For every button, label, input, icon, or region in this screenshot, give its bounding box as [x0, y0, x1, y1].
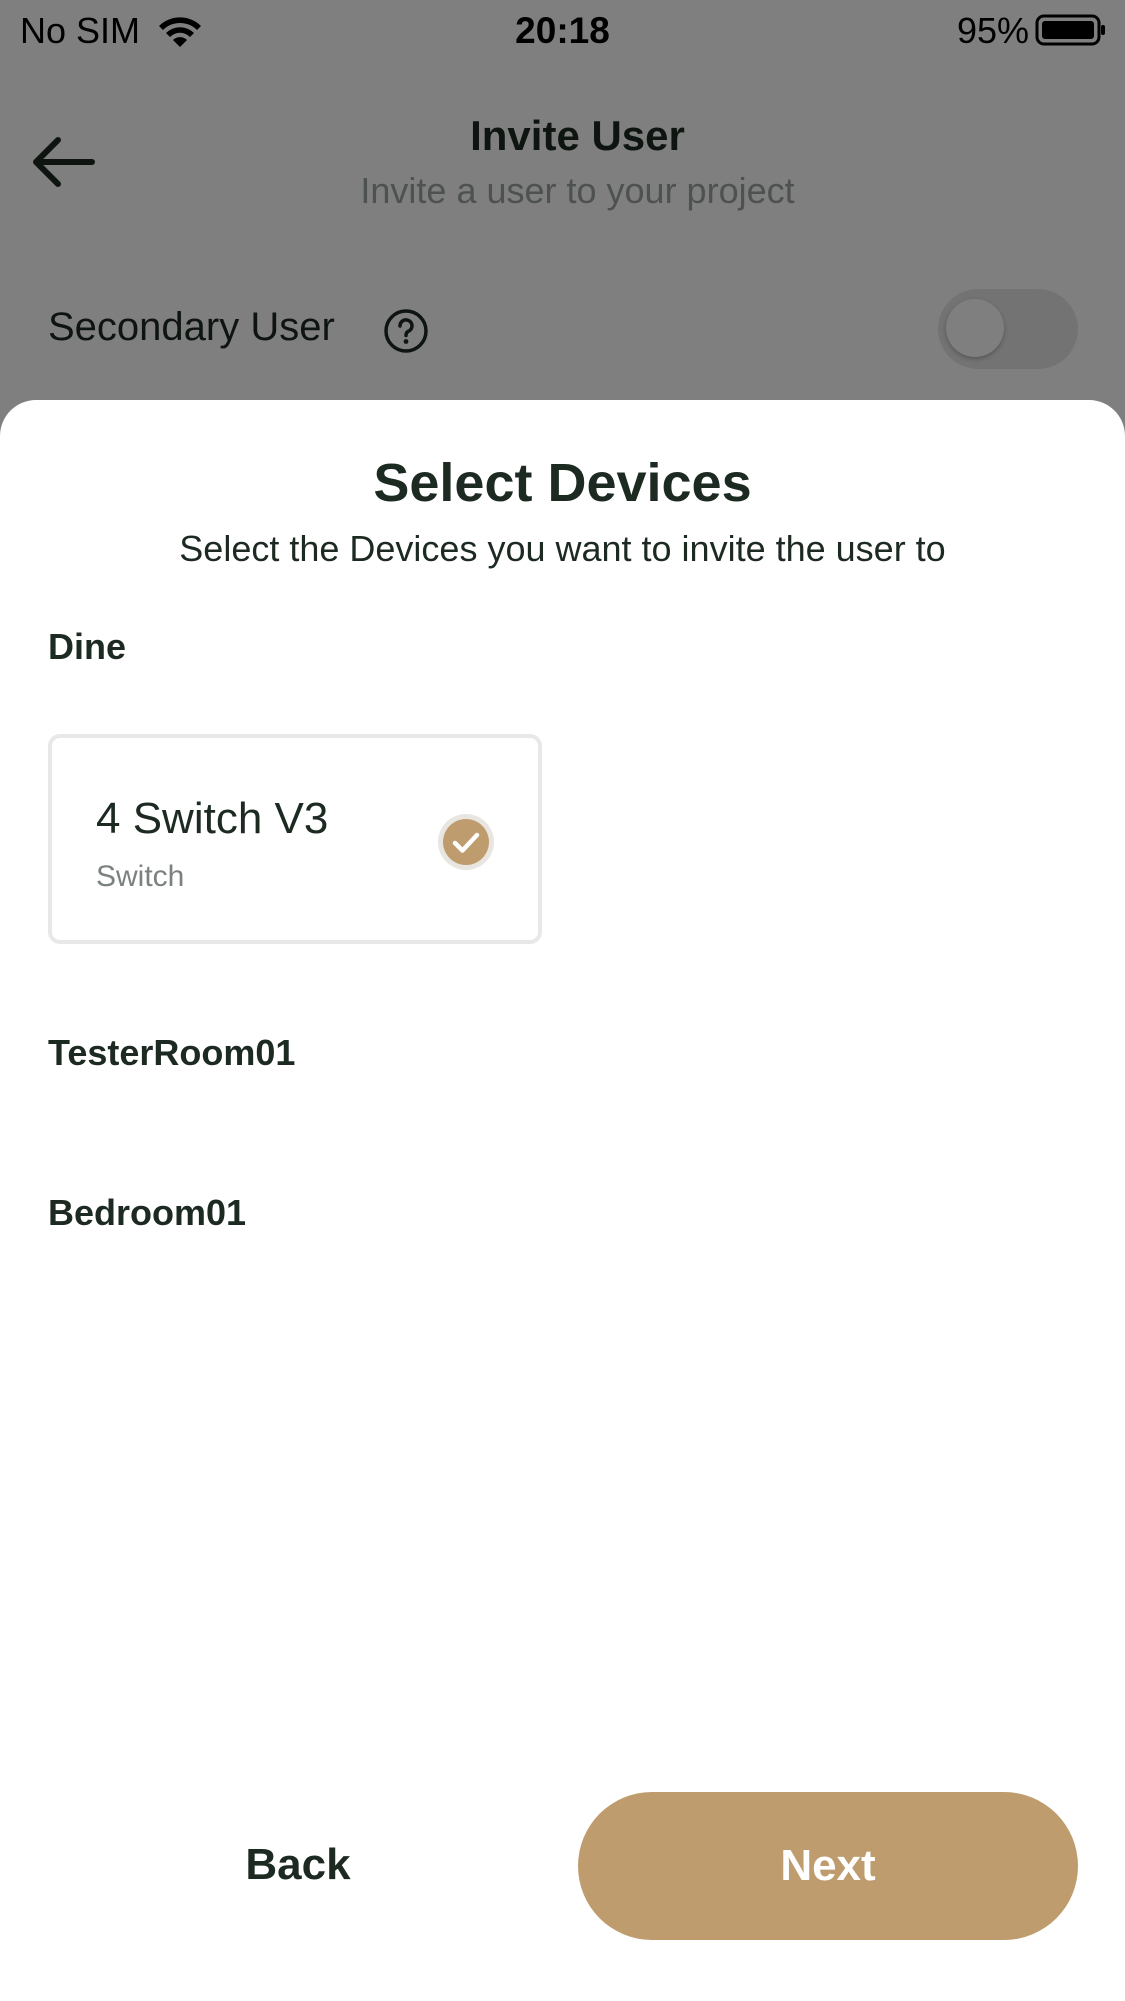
sheet-title: Select Devices [373, 453, 752, 513]
device-name: 4 Switch V3 [96, 794, 329, 843]
room-label-testerroom01: TesterRoom01 [48, 1032, 296, 1073]
sheet-subtitle: Select the Devices you want to invite th… [179, 528, 946, 569]
room-label-dine: Dine [48, 626, 127, 667]
back-button[interactable]: Back [98, 1792, 498, 1938]
device-card[interactable]: 4 Switch V3 Switch [48, 734, 542, 944]
device-type: Switch [96, 860, 185, 893]
checkmark-icon[interactable] [436, 812, 496, 872]
room-label-bedroom01: Bedroom01 [48, 1192, 247, 1233]
next-button[interactable]: Next [578, 1792, 1078, 1940]
select-devices-sheet: Select Devices Select the Devices you wa… [0, 400, 1125, 2001]
